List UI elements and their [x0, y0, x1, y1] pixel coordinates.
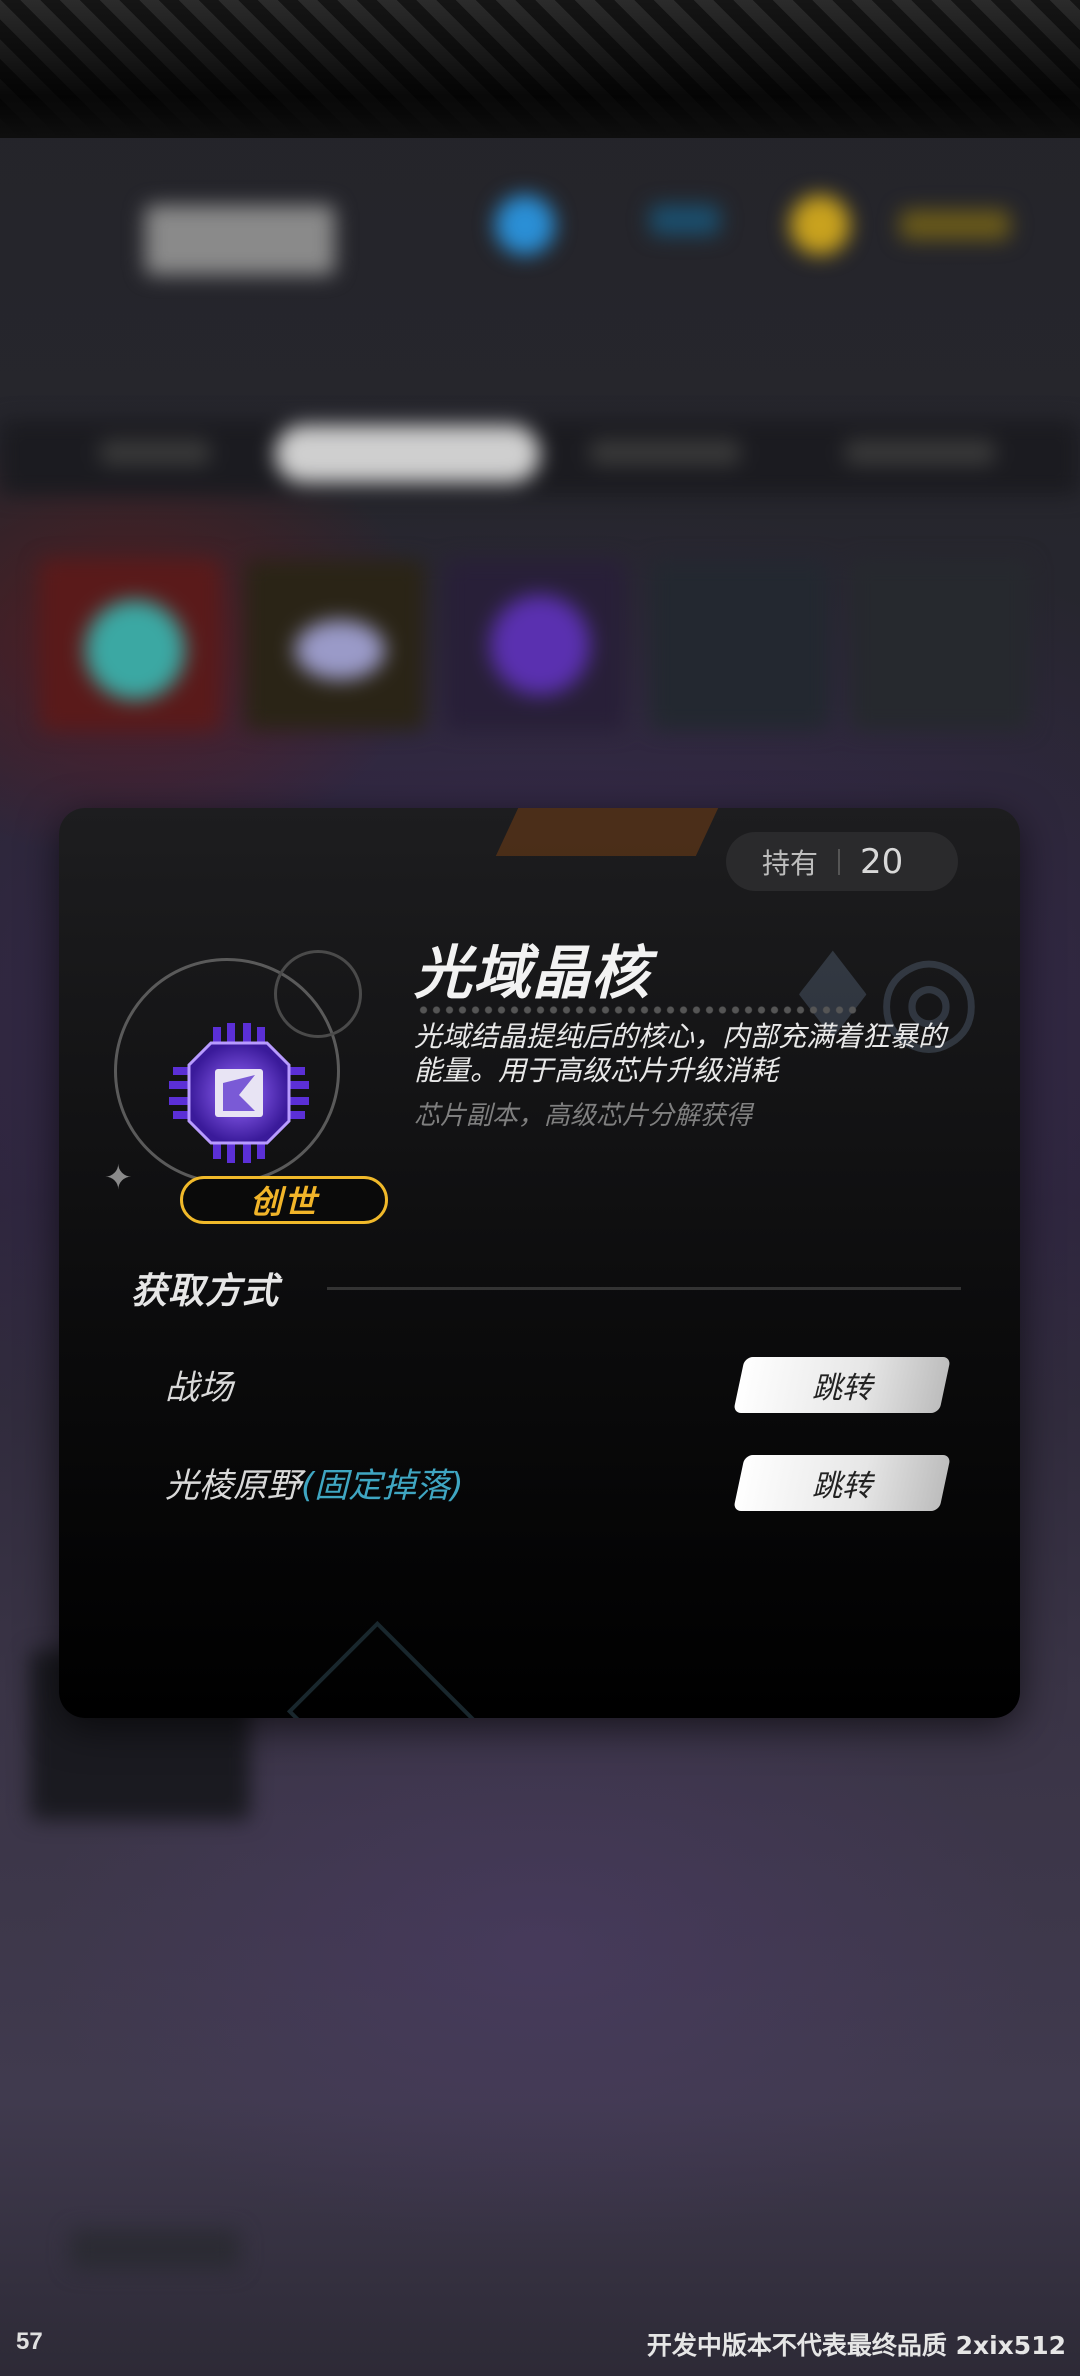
jump-button-battlefield[interactable]: 跳转	[733, 1357, 951, 1413]
fps-counter: 57	[16, 2328, 43, 2355]
owned-divider	[838, 848, 841, 875]
decorative-stripe	[495, 808, 733, 856]
acquire-section-title: 获取方式	[131, 1271, 280, 1312]
section-divider	[327, 1287, 961, 1290]
owned-label: 持有	[762, 846, 819, 880]
acquire-row-label: 光棱原野	[165, 1466, 301, 1506]
acquire-row-prism-field: 光棱原野(固定掉落)	[165, 1458, 464, 1507]
rarity-badge: 创世	[180, 1176, 388, 1224]
dotted-divider	[417, 1006, 857, 1014]
acquire-row-battlefield: 战场	[165, 1360, 233, 1409]
decorative-diamond	[286, 1620, 490, 1718]
jump-button-prism-field[interactable]: 跳转	[733, 1455, 951, 1511]
owned-count: 20	[860, 841, 904, 882]
fixed-drop-note: (固定掉落)	[301, 1466, 464, 1506]
jump-button-label: 跳转	[812, 1469, 872, 1504]
owned-count-pill: 持有 20	[726, 832, 958, 891]
item-source-text: 芯片副本，高级芯片分解获得	[414, 1101, 753, 1131]
item-description: 光域结晶提纯后的核心，内部充满着狂暴的能量。用于高级芯片升级消耗	[414, 1020, 947, 1087]
build-watermark: 开发中版本不代表最终品质 2xix512	[646, 2331, 1066, 2360]
sparkle-icon: ✦	[104, 1158, 133, 1198]
item-icon-area: ✦	[104, 928, 374, 1198]
item-detail-dialog: ♦◎ 持有 20 ✦ 创世 光域晶核 光域结晶提纯后的核心，内部充满着狂暴的能量…	[59, 808, 1020, 1718]
jump-button-label: 跳转	[812, 1371, 872, 1406]
acquire-row-label: 战场	[165, 1368, 233, 1408]
item-name: 光域晶核	[414, 939, 651, 1007]
purple-chip-icon	[169, 1023, 309, 1163]
